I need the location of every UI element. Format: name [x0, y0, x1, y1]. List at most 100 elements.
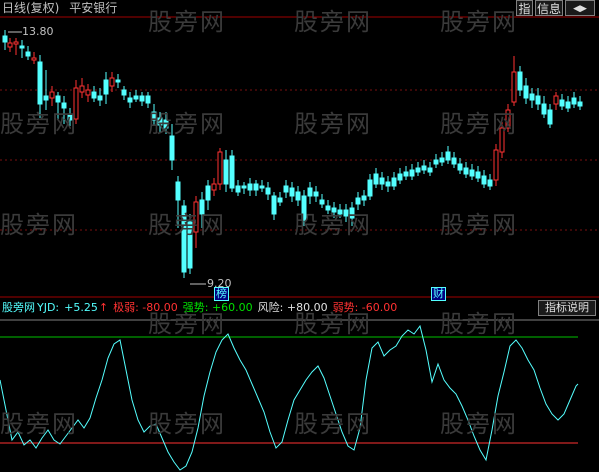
candle [13, 38, 19, 55]
candle-body [433, 159, 439, 165]
yjd-indicator-panel[interactable] [0, 319, 599, 471]
candle-body [511, 71, 517, 103]
watermark: 股旁网 [148, 8, 226, 36]
candle [403, 166, 409, 180]
candle [7, 38, 13, 52]
candle [373, 168, 379, 188]
candle-body [451, 157, 457, 165]
candle-body [109, 77, 115, 87]
candle-body [97, 95, 103, 101]
candle-body [145, 95, 151, 104]
candle [571, 92, 577, 108]
candle [475, 166, 481, 182]
candle-body [175, 181, 181, 201]
candle [487, 174, 493, 190]
candle-body [259, 185, 265, 189]
candle [19, 40, 25, 58]
weak-extreme-label: 极弱: -80.00 [113, 301, 178, 314]
strong-label: 强势: +60.00 [182, 301, 253, 314]
candle [517, 66, 523, 96]
candle [25, 46, 31, 60]
candle-body [373, 173, 379, 185]
candle-body [37, 61, 43, 105]
info-button[interactable]: 信息 [535, 0, 563, 16]
watermark: 股旁网 [0, 110, 78, 138]
indicator-legend: 股旁网 YJD: +5.25↑ 极弱: -80.00 强势: +60.00 风险: +80… [0, 300, 402, 316]
stock-name[interactable]: 平安银行 [69, 1, 117, 15]
watermark: 股旁网 [294, 8, 372, 36]
candle-body [277, 197, 283, 203]
candle-body [19, 45, 25, 49]
candle-body [355, 197, 361, 205]
candle-body [217, 151, 223, 185]
candle-body [439, 157, 445, 163]
candle-body [379, 177, 385, 185]
chart-mode-label[interactable]: 日线(复权) [2, 1, 59, 15]
candle-body [295, 191, 301, 201]
candle-body [487, 179, 493, 187]
candle [511, 56, 517, 106]
candle-body [265, 187, 271, 195]
watermark: 股旁网 [440, 110, 518, 138]
candle-body [361, 195, 367, 201]
candle-body [367, 179, 373, 197]
candle-body [385, 181, 391, 187]
bang-marker[interactable]: 榜 [214, 287, 229, 301]
candle [481, 170, 487, 188]
candle [523, 78, 529, 104]
candle-body [31, 57, 37, 61]
nav-arrows-button[interactable]: ◀▶ [565, 0, 595, 16]
candle [463, 162, 469, 178]
candle [379, 172, 385, 190]
watermark: 股旁网 [148, 410, 226, 438]
candle-body [283, 185, 289, 193]
candle-body [523, 85, 529, 99]
watermark: 股旁网 [294, 110, 372, 138]
candle-body [115, 79, 121, 83]
candle [31, 52, 37, 64]
indicator-help-button[interactable]: 指标说明 [538, 300, 596, 316]
candle [469, 164, 475, 180]
candle-body [253, 183, 259, 191]
candle [79, 78, 85, 98]
candle [115, 74, 121, 88]
candle [2, 30, 8, 50]
candle-body [49, 91, 55, 99]
watermark: 股旁网 [440, 410, 518, 438]
candle [277, 192, 283, 206]
candle-body [481, 175, 487, 185]
candle-body [571, 97, 577, 105]
candle [391, 172, 397, 190]
candle [139, 92, 145, 106]
candle-body [409, 169, 415, 177]
candle [289, 182, 295, 202]
candle-body [13, 41, 19, 45]
watermark: 股旁网 [148, 110, 226, 138]
candle [211, 178, 217, 196]
candle [547, 104, 553, 128]
cai-marker[interactable]: 财 [431, 287, 446, 301]
chart-header: 日线(复权) 平安银行 [0, 0, 117, 17]
candle [265, 182, 271, 200]
candle-body [541, 103, 547, 115]
candle [445, 146, 451, 164]
candle [259, 180, 265, 192]
candle-body [403, 171, 409, 177]
candle-body [211, 183, 217, 191]
index-button[interactable]: 指 [516, 0, 533, 16]
watermark: 股旁网 [440, 8, 518, 36]
candle-body [547, 109, 553, 125]
candle [307, 182, 313, 204]
candle [385, 176, 391, 192]
candle-body [103, 79, 109, 95]
candlestick-series[interactable] [2, 30, 583, 285]
candle [577, 96, 583, 110]
watermark: 股旁网 [440, 310, 518, 338]
candle [247, 178, 253, 196]
candle [133, 90, 139, 102]
candle [493, 144, 499, 186]
risk-label: 风险: +80.00 [257, 301, 328, 314]
candle [271, 192, 277, 220]
candle-body [139, 95, 145, 102]
yjd-line [0, 324, 579, 471]
